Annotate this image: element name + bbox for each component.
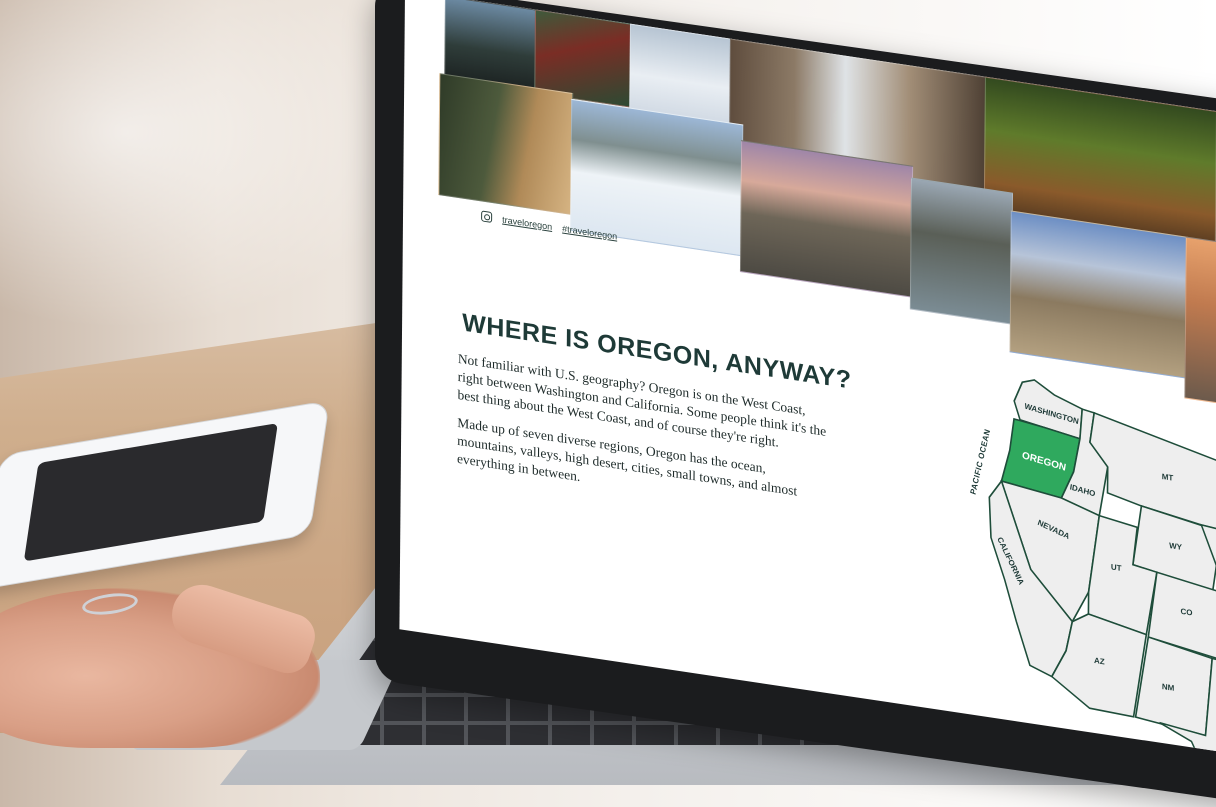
photo-beach-sand-art[interactable] [739, 140, 914, 298]
photo-desert-deer[interactable] [1009, 210, 1188, 379]
us-west-map: PACIFIC OCEAN WASHINGTON OREGON IDAHO MT… [969, 379, 1216, 758]
instagram-photo-collage [402, 0, 1216, 418]
photo-canyon-sunset[interactable] [1184, 236, 1216, 411]
label-nm: NM [1162, 682, 1175, 693]
laptop-screen: traveloregon #traveloregon WHERE IS OREG… [399, 0, 1216, 758]
window-light [0, 0, 420, 330]
instagram-icon [481, 210, 493, 224]
label-wy: WY [1169, 541, 1183, 552]
photo-river-fishing[interactable] [909, 177, 1013, 325]
label-co: CO [1181, 607, 1193, 618]
photo-waterfall-girl[interactable] [438, 73, 574, 215]
label-ut: UT [1111, 562, 1122, 573]
label-az: AZ [1094, 656, 1105, 667]
label-mt: MT [1162, 472, 1174, 483]
phone-screen [23, 423, 278, 562]
ocean-label: PACIFIC OCEAN [969, 428, 993, 496]
